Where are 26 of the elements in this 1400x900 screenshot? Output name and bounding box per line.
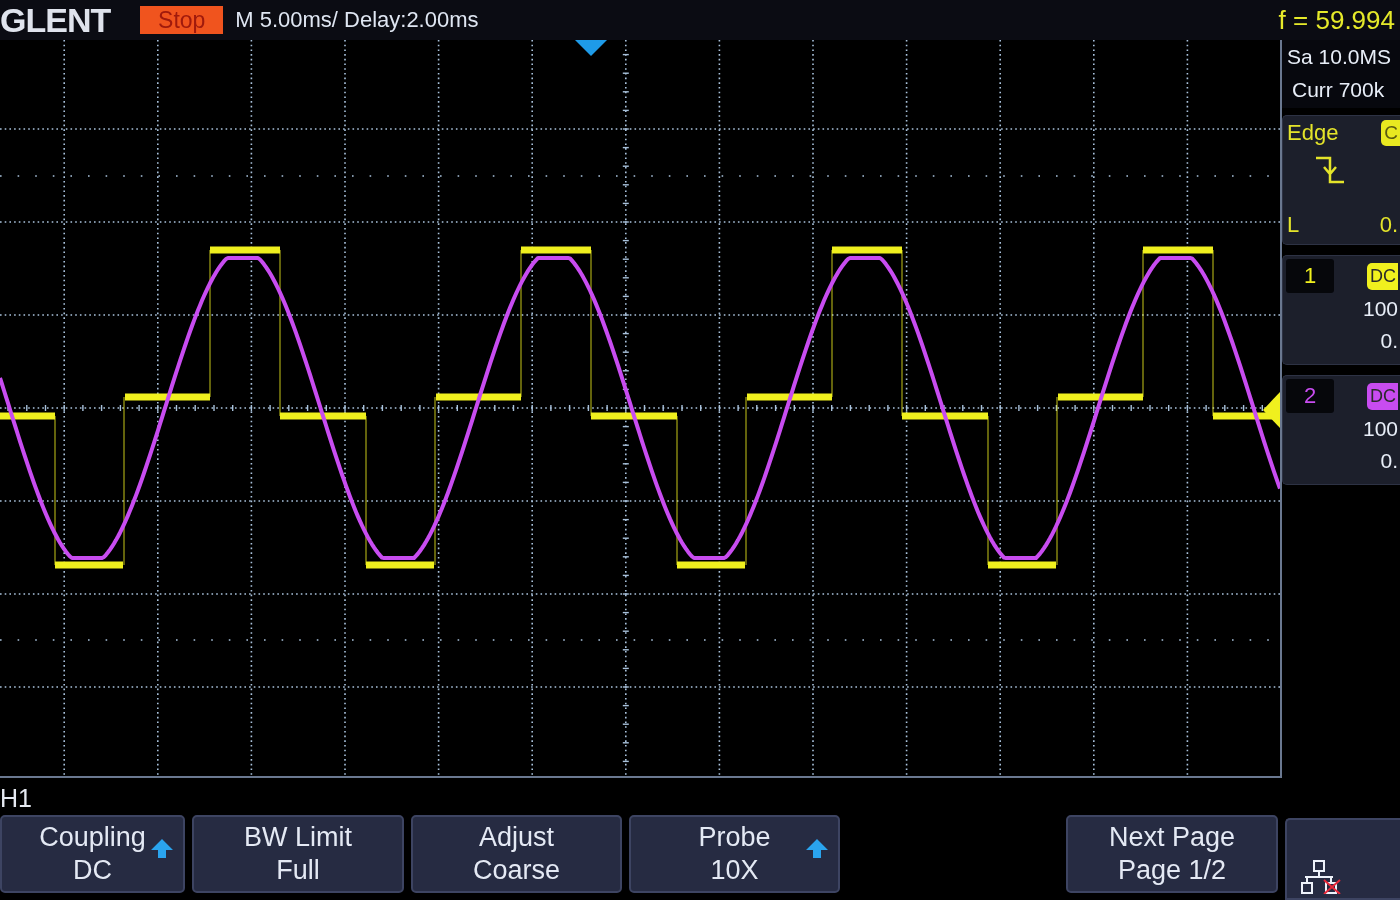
offset-readout: 0. [1380,328,1398,354]
vertical-scale-readout: 100 [1362,416,1398,442]
channel-number[interactable]: 2 [1286,379,1334,413]
coupling-badge: DC [1367,262,1398,290]
sample-rate-readout: Sa 10.0MS [1287,44,1392,70]
offset-readout: 0. [1380,448,1398,474]
softkey-button[interactable]: Coupling DC [0,815,185,893]
menu-title: H1 [0,783,32,814]
next-page-button[interactable]: Next Page Page 1/2 [1066,815,1278,893]
softkey-button[interactable]: BW Limit Full [192,815,404,893]
trigger-type-label: Edge [1287,120,1339,146]
trigger-source-badge: C [1381,120,1400,146]
softkey-button[interactable]: Adjust Coarse [411,815,622,893]
brand-logo: GLENT [0,3,111,37]
frequency-readout: f = 59.994 [1278,4,1395,36]
memory-depth-readout: Curr 700k [1291,77,1386,103]
trigger-level-label: L [1287,212,1300,238]
run-state-indicator: Stop [140,6,224,34]
network-button[interactable] [1285,818,1400,900]
trigger-level-value: 0. [1379,212,1398,238]
coupling-badge: DC [1367,382,1398,410]
timebase-readout: M 5.00ms/ Delay:2.00ms [235,7,479,33]
softkey-button[interactable]: Probe 10X [629,815,840,893]
channel-number[interactable]: 1 [1286,259,1334,293]
vertical-scale-readout: 100 [1362,296,1398,322]
trigger-level-icon [1263,392,1280,428]
